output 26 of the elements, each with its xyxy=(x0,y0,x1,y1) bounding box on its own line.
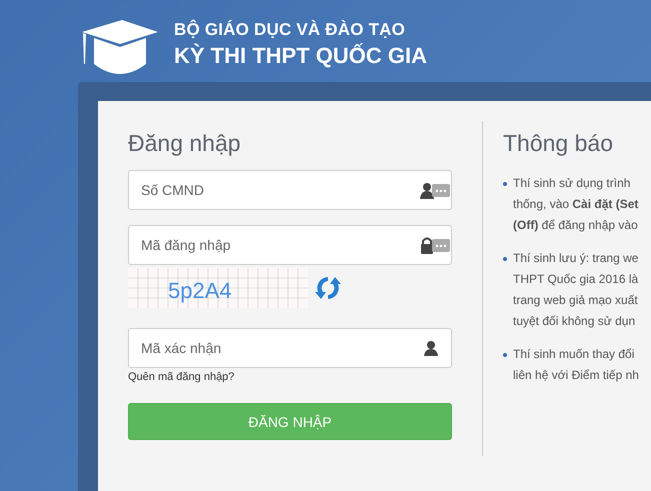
user-dots-icon xyxy=(420,181,450,199)
notice-text: (Off) để đăng nhập vào xyxy=(513,217,638,234)
input-field[interactable]: Mã xác nhận xyxy=(128,328,452,368)
lock-dots-icon xyxy=(420,236,450,254)
notice-text: Thí sinh muốn thay đổi xyxy=(513,346,636,363)
user-icon xyxy=(424,340,438,356)
notice-text: trang web giả mạo xuất xyxy=(513,292,638,309)
notice-heading: Thông báo xyxy=(503,130,614,157)
forgot-link[interactable]: Quên mã đăng nhập? xyxy=(128,371,452,383)
login-heading: Đăng nhập xyxy=(128,130,242,157)
input-field[interactable]: Số CMND xyxy=(128,170,452,210)
notice-text: tuyệt đối không sử dụn xyxy=(513,313,636,330)
notice-text: liên hệ với Điểm tiếp nh xyxy=(513,367,639,384)
notice-text: thống, vào Cài đặt (Set xyxy=(513,196,638,213)
refresh-icon[interactable] xyxy=(314,274,342,302)
notice-text: THPT Quốc gia 2016 là xyxy=(513,271,638,288)
bullet-icon xyxy=(503,182,507,186)
bullet-icon xyxy=(503,257,507,261)
exam-title: KỲ THI THPT QUỐC GIA xyxy=(174,42,427,68)
ministry-title: BỘ GIÁO DỤC VÀ ĐÀO TẠO xyxy=(174,20,406,40)
notice-text: Thí sinh lưu ý: trang we xyxy=(513,250,638,267)
input-field[interactable]: Mã đăng nhập xyxy=(128,225,452,265)
captcha-image: 5p2A4 xyxy=(128,268,308,308)
notice-text: Thí sinh sử dụng trình xyxy=(513,175,632,192)
bullet-icon xyxy=(503,353,507,357)
graduation-cap-icon xyxy=(80,20,158,76)
